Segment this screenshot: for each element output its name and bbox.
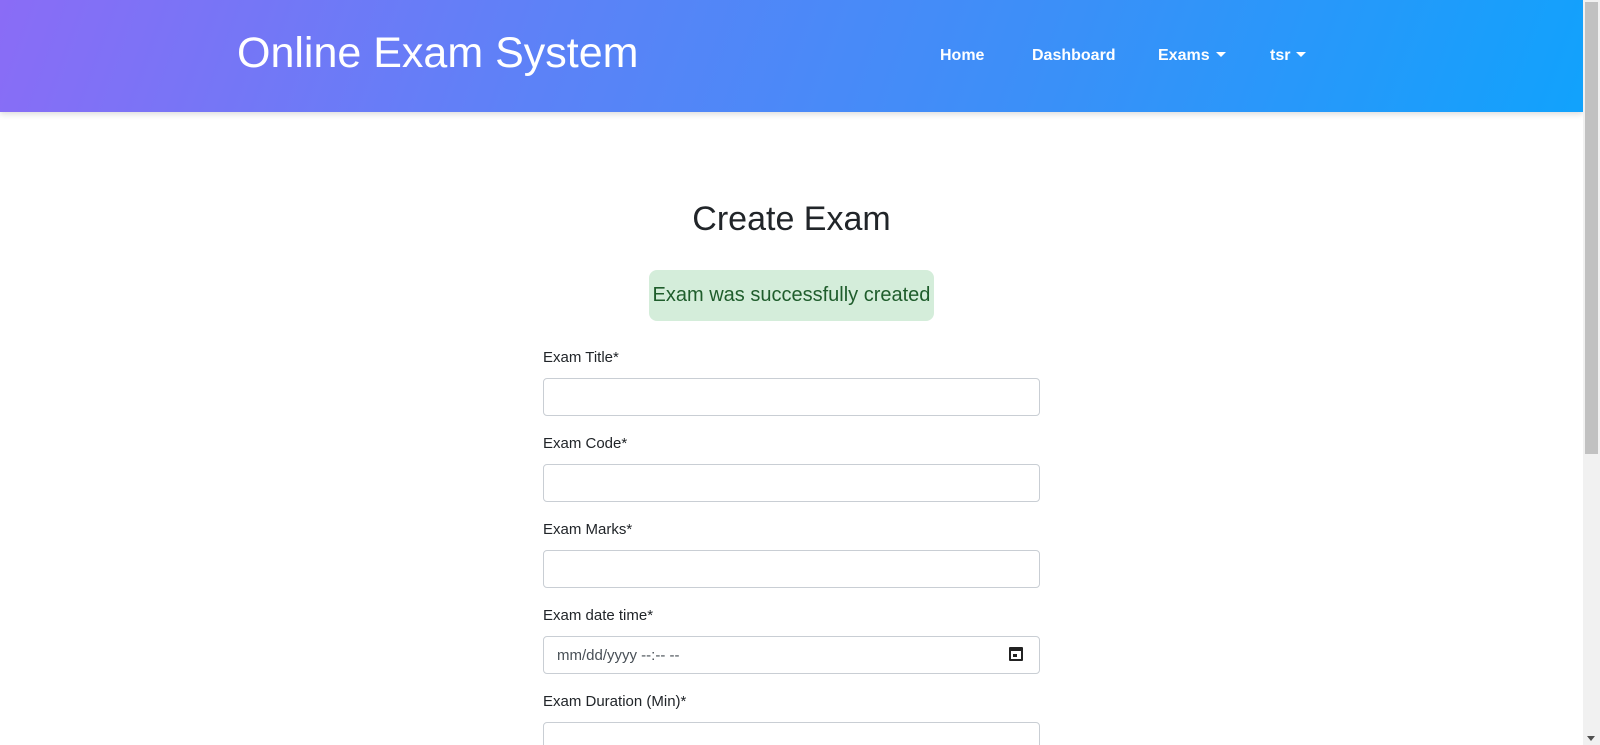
success-alert: Exam was successfully created — [649, 270, 934, 321]
exam-duration-label: Exam Duration (Min)* — [543, 693, 687, 710]
exam-duration-input[interactable] — [543, 722, 1040, 745]
exam-datetime-group: Exam date time* mm/dd/yyyy --:-- -- — [543, 605, 1040, 691]
exam-marks-group: Exam Marks* — [543, 519, 1040, 605]
calendar-icon[interactable] — [1009, 647, 1023, 661]
nav-dashboard-link[interactable]: Dashboard — [1032, 45, 1116, 67]
nav-user-label: tsr — [1270, 47, 1291, 64]
scroll-down-arrow-icon[interactable] — [1587, 736, 1595, 741]
exam-marks-label: Exam Marks* — [543, 521, 633, 538]
nav-exams-dropdown[interactable]: Exams — [1158, 45, 1226, 67]
nav-dashboard-label: Dashboard — [1032, 47, 1116, 64]
exam-code-input[interactable] — [543, 464, 1040, 502]
scrollbar-thumb[interactable] — [1585, 2, 1598, 454]
page: Online Exam System Home Dashboard Exams … — [0, 0, 1600, 745]
exam-title-input[interactable] — [543, 378, 1040, 416]
exam-duration-group: Exam Duration (Min)* — [543, 691, 1040, 745]
nav-exams-label: Exams — [1158, 47, 1210, 64]
exam-datetime-placeholder: mm/dd/yyyy --:-- -- — [557, 647, 680, 664]
vertical-scrollbar[interactable] — [1583, 0, 1600, 745]
exam-code-label: Exam Code* — [543, 435, 628, 452]
exam-title-group: Exam Title* — [543, 347, 1040, 433]
exam-code-group: Exam Code* — [543, 433, 1040, 519]
chevron-down-icon — [1296, 52, 1307, 57]
nav-home-link[interactable]: Home — [940, 45, 984, 67]
create-exam-form: Exam Title* Exam Code* Exam Marks* Exam … — [543, 347, 1040, 745]
exam-marks-input[interactable] — [543, 550, 1040, 588]
exam-datetime-input[interactable]: mm/dd/yyyy --:-- -- — [543, 636, 1040, 674]
navbar: Online Exam System Home Dashboard Exams … — [0, 0, 1583, 112]
chevron-down-icon — [1215, 52, 1226, 57]
nav-home-label: Home — [940, 47, 985, 64]
nav-user-dropdown[interactable]: tsr — [1270, 45, 1307, 67]
exam-title-label: Exam Title* — [543, 349, 619, 366]
exam-datetime-label: Exam date time* — [543, 607, 654, 624]
page-title: Create Exam — [692, 200, 891, 238]
main-nav: Home Dashboard Exams tsr — [0, 45, 1583, 69]
